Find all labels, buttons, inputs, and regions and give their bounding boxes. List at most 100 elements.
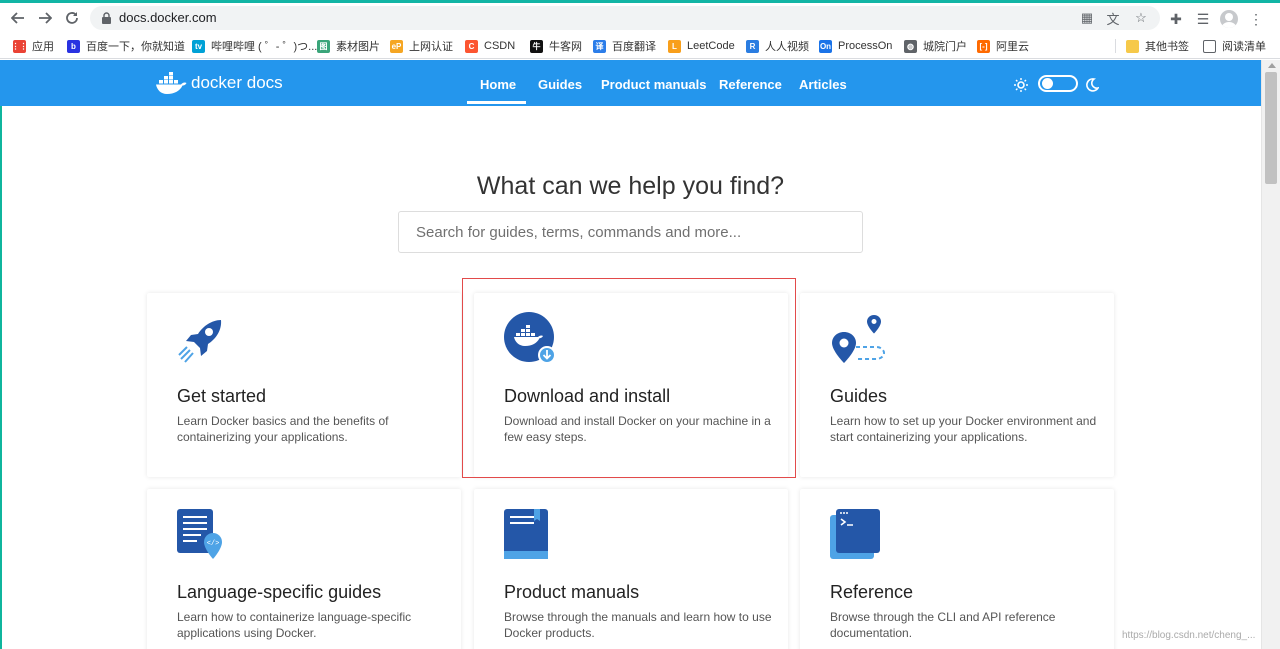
card-title: Language-specific guides — [177, 582, 382, 602]
bookmark-label: ProcessOn — [838, 40, 893, 52]
page-headline: What can we help you find? — [476, 172, 785, 200]
bookmark-favicon-icon: 图 — [317, 39, 330, 53]
code-document-icon: </> — [177, 509, 222, 559]
bookmark-favicon-icon: b — [67, 39, 80, 53]
bookmark-favicon-icon: L — [668, 39, 681, 53]
bookmark-label: 哔哩哔哩 ( ゜- ゜)つ... — [211, 41, 318, 53]
red-highlight-box — [462, 278, 796, 478]
bookmarks-bar: ⋮⋮ 应用 b 百度一下，你就知道 tv 哔哩哔哩 ( ゜- ゜)つ... 图素材图片 eP 上… — [0, 33, 1280, 59]
other-bookmarks-label: 其他书签 — [1145, 41, 1189, 53]
scrollbar-thumb[interactable] — [1265, 72, 1277, 184]
arrow-right-icon — [39, 12, 52, 24]
menu-icon[interactable]: ⋮ — [1245, 8, 1267, 30]
bookmark-label: 人人视频 — [765, 41, 809, 53]
reading-list-icon[interactable]: ☰ — [1192, 8, 1214, 30]
bookmark-favicon-icon: eP — [390, 39, 403, 53]
reload-button[interactable] — [59, 5, 85, 31]
omnibox[interactable]: docs.docker.com ▦ 文 ☆ — [90, 6, 1160, 30]
moon-icon[interactable] — [1085, 78, 1099, 92]
card-guides[interactable]: Guides Learn how to set up your Docker e… — [800, 293, 1114, 477]
bookmark-item[interactable]: 图素材图片 — [317, 38, 380, 54]
bookmark-favicon-icon: 译 — [593, 39, 606, 53]
bookmark-item[interactable]: R 人人视频 — [746, 38, 809, 54]
back-button[interactable] — [5, 5, 31, 31]
bookmark-item[interactable]: L LeetCode — [668, 38, 735, 54]
card-get-started[interactable]: Get started Learn Docker basics and the … — [147, 293, 461, 477]
bookmark-label: LeetCode — [687, 40, 735, 52]
bookmark-item[interactable]: [-] 阿里云 — [977, 38, 1029, 54]
bookmark-favicon-icon: ⋮⋮ — [11, 39, 28, 53]
brand-text: docker docs — [191, 73, 283, 92]
nav-home[interactable]: Home — [480, 77, 516, 92]
docker-whale-icon — [156, 72, 187, 94]
bookmark-label: 牛客网 — [549, 41, 582, 53]
page-scrollbar[interactable] — [1261, 60, 1280, 649]
search-input[interactable] — [398, 211, 863, 253]
nav-articles[interactable]: Articles — [799, 77, 847, 92]
scroll-up-arrow-icon[interactable] — [1268, 63, 1276, 68]
bookmark-item[interactable]: b 百度一下，你就知道 — [67, 38, 185, 54]
bookmark-label: 应用 — [32, 41, 54, 53]
other-bookmarks-folder[interactable]: 其他书签 — [1126, 38, 1189, 54]
map-pin-route-icon — [832, 315, 886, 363]
reload-icon — [66, 12, 78, 24]
star-icon[interactable]: ☆ — [1132, 9, 1150, 27]
bookmark-label: CSDN — [484, 40, 516, 52]
url-text: docs.docker.com — [119, 10, 217, 25]
bookmark-item[interactable]: 译百度翻译 — [593, 38, 656, 54]
sun-icon[interactable] — [1014, 78, 1028, 92]
card-description: Learn Docker basics and the benefits of … — [177, 414, 389, 444]
lock-icon — [102, 12, 111, 24]
theme-toggle[interactable] — [1038, 75, 1078, 92]
bookmark-item[interactable]: tv 哔哩哔哩 ( ゜- ゜)つ... — [192, 38, 317, 54]
rocket-icon — [178, 320, 222, 363]
bookmark-item[interactable]: 牛牛客网 — [530, 38, 582, 54]
forward-button[interactable] — [32, 5, 58, 31]
folder-icon — [1126, 39, 1139, 53]
bookmark-favicon-icon: 牛 — [530, 39, 543, 53]
bookmark-favicon-icon: R — [746, 39, 759, 53]
address-bar: docs.docker.com ▦ 文 ☆ ✚ ☰ ⋮ — [0, 3, 1280, 33]
reading-list-button[interactable]: 阅读清单 — [1203, 38, 1266, 54]
reading-list-label: 阅读清单 — [1222, 41, 1266, 53]
card-description: Browse through the CLI and API reference… — [830, 610, 1056, 640]
card-title: Product manuals — [504, 582, 640, 602]
nav-product-manuals[interactable]: Product manuals — [601, 77, 706, 92]
profile-avatar[interactable] — [1220, 10, 1238, 28]
bookmark-item[interactable]: C CSDN — [465, 38, 515, 54]
bookmark-favicon-icon: tv — [192, 39, 205, 53]
nav-guides[interactable]: Guides — [538, 77, 582, 92]
bookmark-label: 上网认证 — [409, 41, 453, 53]
docker-docs-logo[interactable]: docker docs — [155, 71, 283, 95]
terminal-icon — [830, 509, 880, 559]
bookmark-favicon-icon: [-] — [977, 39, 990, 53]
bookmark-label: 素材图片 — [336, 41, 380, 53]
translate-icon[interactable]: 文 — [1104, 9, 1122, 27]
card-description: Learn how to containerize language-speci… — [177, 610, 412, 640]
bookmark-label: 百度一下，你就知道 — [86, 41, 185, 53]
card-description: Browse through the manuals and learn how… — [504, 610, 772, 640]
bookmark-item[interactable]: eP 上网认证 — [390, 38, 453, 54]
bookmark-label: 百度翻译 — [612, 41, 656, 53]
card-description: Learn how to set up your Docker environm… — [830, 414, 1097, 444]
qr-code-icon[interactable]: ▦ — [1078, 9, 1096, 27]
watermark-text: https://blog.csdn.net/cheng_... — [1122, 630, 1256, 641]
bookmark-item[interactable]: ◍ 城院门户 — [904, 38, 967, 54]
card-product-manuals[interactable]: Product manuals Browse through the manua… — [474, 489, 788, 649]
bookmark-favicon-icon: ◍ — [904, 39, 917, 53]
arrow-left-icon — [11, 12, 24, 24]
card-title: Get started — [177, 386, 267, 406]
nav-reference[interactable]: Reference — [719, 77, 782, 92]
bookmark-item[interactable]: ⋮⋮ 应用 — [11, 38, 54, 54]
reading-list-icon — [1203, 39, 1216, 53]
card-title: Reference — [830, 582, 914, 602]
bookmark-favicon-icon: On — [819, 39, 832, 53]
bookmark-favicon-icon: C — [465, 39, 478, 53]
active-nav-indicator — [467, 101, 526, 104]
card-reference[interactable]: Reference Browse through the CLI and API… — [800, 489, 1114, 649]
card-language-guides[interactable]: </> Language-specific guides Learn how t… — [147, 489, 461, 649]
extensions-icon[interactable]: ✚ — [1165, 8, 1187, 30]
bookmark-label: 阿里云 — [996, 41, 1029, 53]
bookmark-item[interactable]: On ProcessOn — [819, 38, 892, 54]
svg-text:</>: </> — [207, 540, 220, 548]
